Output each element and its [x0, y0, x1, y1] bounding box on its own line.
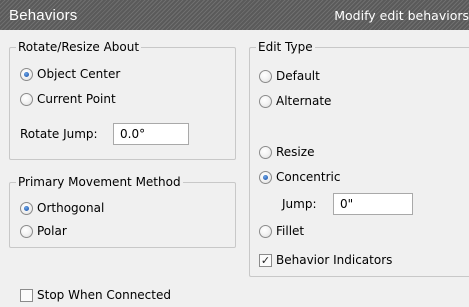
- rotate-jump-label: Rotate Jump:: [20, 127, 98, 141]
- radio-orthogonal[interactable]: Orthogonal: [20, 201, 104, 216]
- radio-label: Fillet: [276, 224, 305, 238]
- radio-concentric[interactable]: Concentric: [259, 170, 340, 185]
- checkbox-behavior-indicators[interactable]: ✓ Behavior Indicators: [259, 253, 392, 268]
- radio-alternate[interactable]: Alternate: [259, 94, 331, 109]
- radio-default[interactable]: Default: [259, 69, 320, 84]
- primary-movement-legend: Primary Movement Method: [16, 175, 183, 190]
- radio-label: Current Point: [37, 92, 116, 106]
- radio-label: Concentric: [276, 170, 341, 184]
- checkbox-stop-when-connected[interactable]: Stop When Connected: [20, 288, 171, 303]
- radio-label: Resize: [276, 145, 315, 159]
- radio-label: Object Center: [37, 67, 121, 81]
- radio-polar[interactable]: Polar: [20, 224, 67, 239]
- radio-icon[interactable]: [20, 202, 33, 215]
- rotate-resize-legend: Rotate/Resize About: [16, 40, 142, 55]
- radio-label: Default: [276, 69, 320, 83]
- radio-icon[interactable]: [20, 68, 33, 81]
- panel-title: Behaviors: [9, 6, 78, 24]
- radio-label: Alternate: [276, 94, 332, 108]
- panel-header: Behaviors Modify edit behaviors: [0, 0, 469, 30]
- radio-icon[interactable]: [20, 225, 33, 238]
- radio-label: Orthogonal: [37, 201, 105, 215]
- radio-icon[interactable]: [259, 225, 272, 238]
- rotate-jump-input[interactable]: 0.0°: [113, 123, 189, 145]
- radio-icon[interactable]: [259, 171, 272, 184]
- radio-label: Polar: [37, 224, 67, 238]
- radio-resize[interactable]: Resize: [259, 145, 314, 160]
- edit-type-legend: Edit Type: [256, 40, 315, 55]
- checkmark-icon[interactable]: ✓: [259, 254, 272, 267]
- radio-icon[interactable]: [259, 95, 272, 108]
- checkbox-icon[interactable]: [20, 289, 33, 302]
- radio-object-center[interactable]: Object Center: [20, 67, 120, 82]
- checkbox-label: Behavior Indicators: [276, 253, 393, 267]
- radio-current-point[interactable]: Current Point: [20, 92, 116, 107]
- radio-icon[interactable]: [259, 70, 272, 83]
- radio-icon[interactable]: [20, 93, 33, 106]
- checkbox-label: Stop When Connected: [37, 288, 171, 302]
- radio-fillet[interactable]: Fillet: [259, 224, 304, 239]
- jump-label: Jump:: [282, 197, 317, 211]
- radio-icon[interactable]: [259, 146, 272, 159]
- panel-subtitle: Modify edit behaviors: [334, 7, 469, 23]
- jump-input[interactable]: 0": [333, 193, 413, 215]
